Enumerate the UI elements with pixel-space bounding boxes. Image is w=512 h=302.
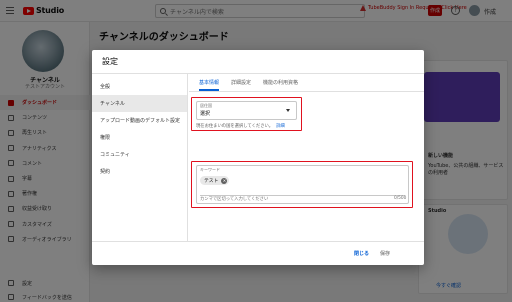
- channel-tabs: 基本情報 詳細設定 機能の利用資格: [189, 74, 424, 92]
- settings-nav: 全般 チャンネル アップロード動画のデフォルト設定 権限 コミュニティ 契約: [92, 74, 188, 241]
- settings-nav-community[interactable]: コミュニティ: [92, 146, 187, 163]
- close-button[interactable]: 閉じる: [354, 250, 369, 257]
- tab-feature-eligibility[interactable]: 機能の利用資格: [263, 79, 298, 91]
- dialog-header: 設定: [92, 50, 424, 74]
- save-button[interactable]: 保存: [380, 250, 390, 257]
- tab-basic-info[interactable]: 基本情報: [199, 79, 220, 91]
- settings-nav-permissions[interactable]: 権限: [92, 129, 187, 146]
- settings-nav-agreements[interactable]: 契約: [92, 163, 187, 180]
- settings-nav-general[interactable]: 全般: [92, 78, 187, 95]
- dialog-title: 設定: [102, 57, 118, 66]
- settings-dialog: 設定 全般 チャンネル アップロード動画のデフォルト設定 権限 コミュニティ 契…: [92, 50, 424, 265]
- country-highlight: [191, 97, 302, 131]
- settings-nav-channel[interactable]: チャンネル: [92, 95, 187, 112]
- dialog-footer: 閉じる 保存: [92, 241, 424, 265]
- channel-settings-panel: 基本情報 詳細設定 機能の利用資格 居住国 選択 現在お住まいの国を選択してくだ…: [189, 74, 424, 241]
- keywords-highlight: [191, 161, 413, 208]
- settings-nav-upload-defaults[interactable]: アップロード動画のデフォルト設定: [92, 112, 187, 129]
- tab-advanced-settings[interactable]: 詳細設定: [231, 79, 251, 91]
